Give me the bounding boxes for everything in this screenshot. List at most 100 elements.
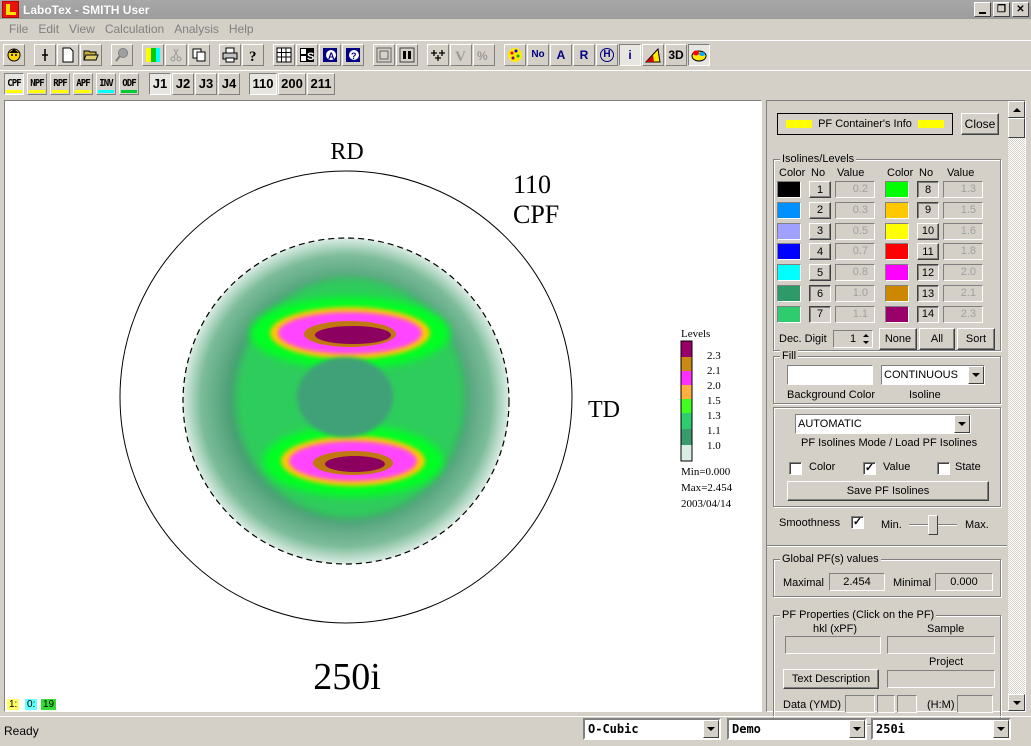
isoline-color-swatch[interactable] bbox=[885, 264, 909, 282]
isoline-number-toggle[interactable]: 10 bbox=[917, 222, 939, 240]
print-button[interactable] bbox=[219, 43, 241, 66]
isoline-value-field[interactable]: 0.5 bbox=[835, 222, 875, 240]
double-view-button[interactable] bbox=[396, 43, 418, 66]
chevron-down-icon[interactable] bbox=[993, 720, 1009, 738]
percent-button[interactable]: % bbox=[473, 43, 495, 66]
info-q-button[interactable]: ? bbox=[342, 43, 364, 66]
value-checkbox[interactable]: ✓ bbox=[863, 462, 876, 475]
hkl-211-button[interactable]: 211 bbox=[307, 72, 335, 95]
menu-view[interactable]: View bbox=[64, 22, 100, 36]
menu-edit[interactable]: Edit bbox=[33, 22, 64, 36]
isoline-number-toggle[interactable]: 1 bbox=[809, 181, 831, 198]
isoline-number-toggle[interactable]: 5 bbox=[809, 264, 831, 282]
isoline-color-swatch[interactable] bbox=[885, 305, 909, 323]
isoline-color-swatch[interactable] bbox=[777, 285, 801, 302]
isoline-color-swatch[interactable] bbox=[777, 201, 801, 219]
user-button[interactable] bbox=[3, 43, 25, 66]
isoline-color-swatch[interactable] bbox=[885, 243, 909, 261]
isoline-value-field[interactable]: 1.8 bbox=[943, 243, 983, 261]
scroll-thumb[interactable] bbox=[1008, 118, 1025, 138]
crystal-system-select[interactable]: O-Cubic bbox=[583, 718, 721, 740]
pole-figure-svg[interactable]: RD TD 110 CPF 250i Levels 2.3 2.1 2.0 1.… bbox=[5, 101, 761, 711]
isoline-color-swatch[interactable] bbox=[885, 201, 909, 219]
isoline-value-field[interactable]: 2.1 bbox=[943, 285, 983, 302]
j1-button[interactable]: J1 bbox=[149, 72, 171, 95]
r-button[interactable]: R bbox=[573, 43, 595, 66]
isoline-value-field[interactable]: 1.1 bbox=[835, 305, 875, 323]
chevron-down-icon[interactable] bbox=[954, 415, 970, 433]
isoline-select[interactable]: CONTINUOUS bbox=[881, 365, 985, 385]
j3-button[interactable]: J3 bbox=[195, 72, 217, 95]
isoline-color-swatch[interactable] bbox=[777, 305, 801, 323]
cut-button[interactable] bbox=[165, 43, 187, 66]
scroll-down-button[interactable] bbox=[1008, 694, 1025, 711]
info-a-button[interactable]: A bbox=[319, 43, 341, 66]
isoline-value-field[interactable]: 1.3 bbox=[943, 181, 983, 198]
a-button[interactable]: A bbox=[550, 43, 572, 66]
none-button[interactable]: None bbox=[879, 328, 917, 350]
paint-button[interactable] bbox=[688, 43, 710, 66]
isoline-color-swatch[interactable] bbox=[777, 181, 801, 198]
single-view-button[interactable] bbox=[373, 43, 395, 66]
new-document-button[interactable] bbox=[57, 43, 79, 66]
isoline-number-toggle[interactable]: 12 bbox=[917, 264, 939, 282]
isoline-value-field[interactable]: 0.2 bbox=[835, 181, 875, 198]
restore-button[interactable]: ❐ bbox=[993, 2, 1010, 17]
menu-calculation[interactable]: Calculation bbox=[100, 22, 169, 36]
sample-select[interactable]: 250i bbox=[871, 718, 1011, 740]
save-isolines-button[interactable]: Save PF Isolines bbox=[787, 481, 989, 501]
search-button[interactable] bbox=[111, 43, 133, 66]
all-button[interactable]: All bbox=[919, 328, 955, 350]
minimize-button[interactable] bbox=[974, 2, 991, 17]
chevron-down-icon[interactable] bbox=[703, 720, 719, 738]
isoline-value-field[interactable]: 0.3 bbox=[835, 201, 875, 219]
chevron-down-icon[interactable] bbox=[849, 720, 865, 738]
isoline-number-toggle[interactable]: 2 bbox=[809, 201, 831, 219]
pf-type-npf[interactable]: NPF bbox=[27, 72, 47, 95]
number-button[interactable]: No bbox=[527, 43, 549, 66]
sample-button[interactable]: S bbox=[296, 43, 318, 66]
j2-button[interactable]: J2 bbox=[172, 72, 194, 95]
pole-figure-canvas[interactable]: RD TD 110 CPF 250i Levels 2.3 2.1 2.0 1.… bbox=[4, 100, 762, 712]
3d-button[interactable]: 3D bbox=[665, 43, 687, 66]
isoline-number-toggle[interactable]: 8 bbox=[917, 181, 939, 198]
isoline-color-swatch[interactable] bbox=[777, 264, 801, 282]
isolines-mode-select[interactable]: AUTOMATIC bbox=[795, 414, 971, 434]
menu-help[interactable]: Help bbox=[224, 22, 259, 36]
spin-down-icon[interactable] bbox=[861, 339, 871, 346]
help-button[interactable]: ? bbox=[242, 43, 264, 66]
v-button[interactable]: V bbox=[450, 43, 472, 66]
isoline-number-toggle[interactable]: 9 bbox=[917, 201, 939, 219]
palette-button[interactable] bbox=[504, 43, 526, 66]
isoline-value-field[interactable]: 2.3 bbox=[943, 305, 983, 323]
menu-file[interactable]: File bbox=[4, 22, 33, 36]
smoothness-checkbox[interactable]: ✓ bbox=[851, 516, 864, 529]
i-button[interactable]: i bbox=[619, 43, 641, 66]
isoline-value-field[interactable]: 1.0 bbox=[835, 285, 875, 302]
isoline-color-swatch[interactable] bbox=[777, 222, 801, 240]
isoline-number-toggle[interactable]: 6 bbox=[809, 285, 831, 302]
background-color-box[interactable] bbox=[787, 365, 873, 385]
grid-button[interactable] bbox=[273, 43, 295, 66]
open-folder-button[interactable] bbox=[80, 43, 102, 66]
copy-button[interactable] bbox=[188, 43, 210, 66]
isoline-color-swatch[interactable] bbox=[885, 285, 909, 302]
smoothness-slider[interactable] bbox=[909, 515, 957, 535]
isoline-number-toggle[interactable]: 13 bbox=[917, 285, 939, 302]
dec-digit-spinner[interactable]: 1 bbox=[833, 330, 873, 348]
hkl-110-button[interactable]: 110 bbox=[249, 72, 277, 95]
isoline-number-toggle[interactable]: 7 bbox=[809, 305, 831, 323]
scroll-up-button[interactable] bbox=[1008, 101, 1025, 118]
isoline-value-field[interactable]: 1.5 bbox=[943, 201, 983, 219]
isoline-value-field[interactable]: 0.7 bbox=[835, 243, 875, 261]
sort-button[interactable]: Sort bbox=[957, 328, 995, 350]
chevron-down-icon[interactable] bbox=[968, 366, 984, 384]
smoothness-slider-thumb[interactable] bbox=[928, 515, 938, 535]
isoline-value-field[interactable]: 1.6 bbox=[943, 222, 983, 240]
triangle-button[interactable] bbox=[642, 43, 664, 66]
color-map-button[interactable] bbox=[142, 43, 164, 66]
text-description-button[interactable]: Text Description bbox=[783, 669, 879, 689]
isoline-number-toggle[interactable]: 3 bbox=[809, 222, 831, 240]
h-button[interactable]: H bbox=[596, 43, 618, 66]
isoline-color-swatch[interactable] bbox=[885, 222, 909, 240]
